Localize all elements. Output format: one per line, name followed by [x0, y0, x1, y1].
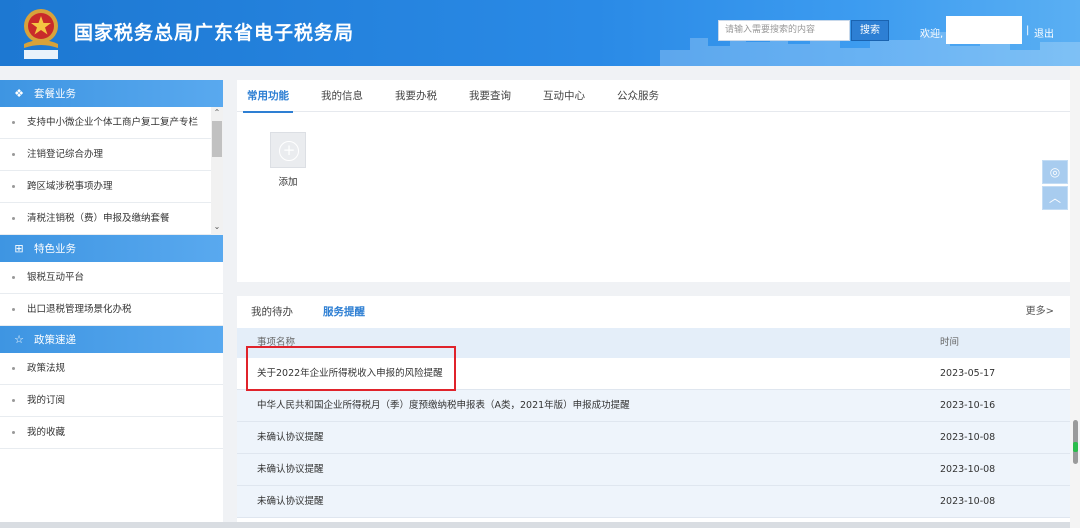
row-time: 2023-05-17 [940, 368, 996, 379]
bullet-icon [12, 121, 15, 124]
table-row[interactable]: 未确认协议提醒 2023-10-08 [237, 486, 1070, 518]
wechat-icon[interactable]: ◎ [1042, 160, 1068, 184]
row-title[interactable]: 未确认协议提醒 [257, 496, 324, 507]
reminder-tabs: 我的待办 服务提醒 更多> [237, 296, 1070, 328]
add-function-label: 添加 [278, 177, 298, 188]
sidebar-item-export-refund[interactable]: 出口退税管理场景化办税 [0, 294, 223, 326]
bullet-icon [12, 185, 15, 188]
chevron-up-icon[interactable]: ⌃ [212, 107, 222, 119]
sidebar-section-label: 政策速递 [34, 334, 76, 346]
sidebar-item-policies[interactable]: 政策法规 [0, 353, 223, 385]
scroll-indicator [1073, 442, 1078, 452]
sidebar-item-favorites[interactable]: 我的收藏 [0, 417, 223, 449]
row-time: 2023-10-08 [940, 432, 996, 443]
bullet-icon [12, 153, 15, 156]
username-redacted [946, 16, 1022, 44]
bullet-icon [12, 217, 15, 220]
welcome-text: 欢迎, [920, 29, 944, 40]
chevron-up-icon[interactable]: ︿ [1042, 186, 1068, 210]
bullet-icon [12, 399, 15, 402]
chevron-down-icon[interactable]: ⌄ [212, 221, 222, 233]
more-link[interactable]: 更多> [1026, 296, 1054, 328]
common-functions-panel: 常用功能 我的信息 我要办税 我要查询 互动中心 公众服务 + 添加 [237, 80, 1070, 282]
sidebar-item-subscriptions[interactable]: 我的订阅 [0, 385, 223, 417]
tab-common-functions[interactable]: 常用功能 [243, 80, 293, 113]
site-title: 国家税务总局广东省电子税务局 [74, 22, 355, 44]
grid-icon: ⊞ [14, 242, 24, 255]
logout-link[interactable]: 退出 [1034, 25, 1054, 40]
tab-service-reminders[interactable]: 服务提醒 [323, 296, 365, 328]
add-function-button[interactable]: + [270, 132, 306, 168]
tab-file-taxes[interactable]: 我要办税 [391, 80, 441, 112]
tab-query[interactable]: 我要查询 [465, 80, 515, 112]
bullet-icon [12, 308, 15, 311]
main-tabs: 常用功能 我的信息 我要办税 我要查询 互动中心 公众服务 [237, 80, 1070, 113]
row-title[interactable]: 未确认协议提醒 [257, 432, 324, 443]
tab-public-service[interactable]: 公众服务 [613, 80, 663, 112]
header-divider: | [1026, 25, 1030, 36]
star-icon: ☆ [14, 333, 24, 346]
sidebar-item-bank-tax[interactable]: 银税互动平台 [0, 262, 223, 294]
sidebar-item-tax-clearance[interactable]: 清税注销税（费）申报及缴纳套餐 [0, 203, 223, 235]
plus-icon: + [279, 141, 299, 161]
sidebar-section-label: 套餐业务 [34, 88, 76, 100]
table-row[interactable]: 关于2022年企业所得税收入申报的风险提醒 2023-05-17 [237, 358, 1070, 390]
reminders-panel: 我的待办 服务提醒 更多> 事项名称 时间 关于2022年企业所得税收入申报的风险… [237, 296, 1070, 528]
table-row[interactable]: 中华人民共和国企业所得税月（季）度预缴纳税申报表（A类，2021年版）申报成功提… [237, 390, 1070, 422]
row-title[interactable]: 关于2022年企业所得税收入申报的风险提醒 [257, 368, 443, 379]
bottom-border [0, 522, 1070, 528]
sidebar-section-featured[interactable]: ⊞ 特色业务 [0, 235, 223, 262]
sidebar-scrollbar[interactable]: ⌃ ⌄ [211, 107, 223, 235]
cube-icon: ❖ [14, 87, 24, 100]
package-list: 支持中小微企业个体工商户复工复产专栏 注销登记综合办理 跨区域涉税事项办理 清税… [0, 107, 223, 235]
header-bar: 国家税务总局广东省电子税务局 请输入需要搜索的内容 搜索 欢迎, | 退出 [0, 0, 1080, 66]
sidebar-item-cross-region[interactable]: 跨区域涉税事项办理 [0, 171, 223, 203]
bullet-icon [12, 367, 15, 370]
table-row[interactable]: 未确认协议提醒 2023-10-08 [237, 454, 1070, 486]
search-button[interactable]: 搜索 [851, 20, 889, 41]
row-time: 2023-10-08 [940, 464, 996, 475]
tax-emblem-logo [24, 9, 58, 59]
row-title[interactable]: 未确认协议提醒 [257, 464, 324, 475]
search-input[interactable]: 请输入需要搜索的内容 [718, 20, 850, 41]
bullet-icon [12, 276, 15, 279]
column-header-time: 时间 [940, 337, 960, 348]
tab-my-todo[interactable]: 我的待办 [251, 296, 293, 328]
sidebar-section-package[interactable]: ❖ 套餐业务 [0, 80, 223, 107]
table-header: 事项名称 时间 [237, 328, 1070, 358]
sidebar-section-policy[interactable]: ☆ 政策速递 [0, 326, 223, 353]
row-title[interactable]: 中华人民共和国企业所得税月（季）度预缴纳税申报表（A类，2021年版）申报成功提… [257, 400, 630, 411]
table-row[interactable]: 未确认协议提醒 2023-10-08 [237, 422, 1070, 454]
sidebar-scroll-thumb[interactable] [212, 121, 222, 157]
sidebar-section-label: 特色业务 [34, 243, 76, 255]
row-time: 2023-10-08 [940, 496, 996, 507]
sidebar-item-deregistration[interactable]: 注销登记综合办理 [0, 139, 223, 171]
row-time: 2023-10-16 [940, 400, 996, 411]
bullet-icon [12, 431, 15, 434]
tab-interaction[interactable]: 互动中心 [539, 80, 589, 112]
column-header-item: 事项名称 [257, 337, 296, 348]
sidebar-item-resumption[interactable]: 支持中小微企业个体工商户复工复产专栏 [0, 107, 223, 139]
tab-my-info[interactable]: 我的信息 [317, 80, 367, 112]
left-sidebar: ❖ 套餐业务 支持中小微企业个体工商户复工复产专栏 注销登记综合办理 跨区域涉税事… [0, 80, 223, 522]
